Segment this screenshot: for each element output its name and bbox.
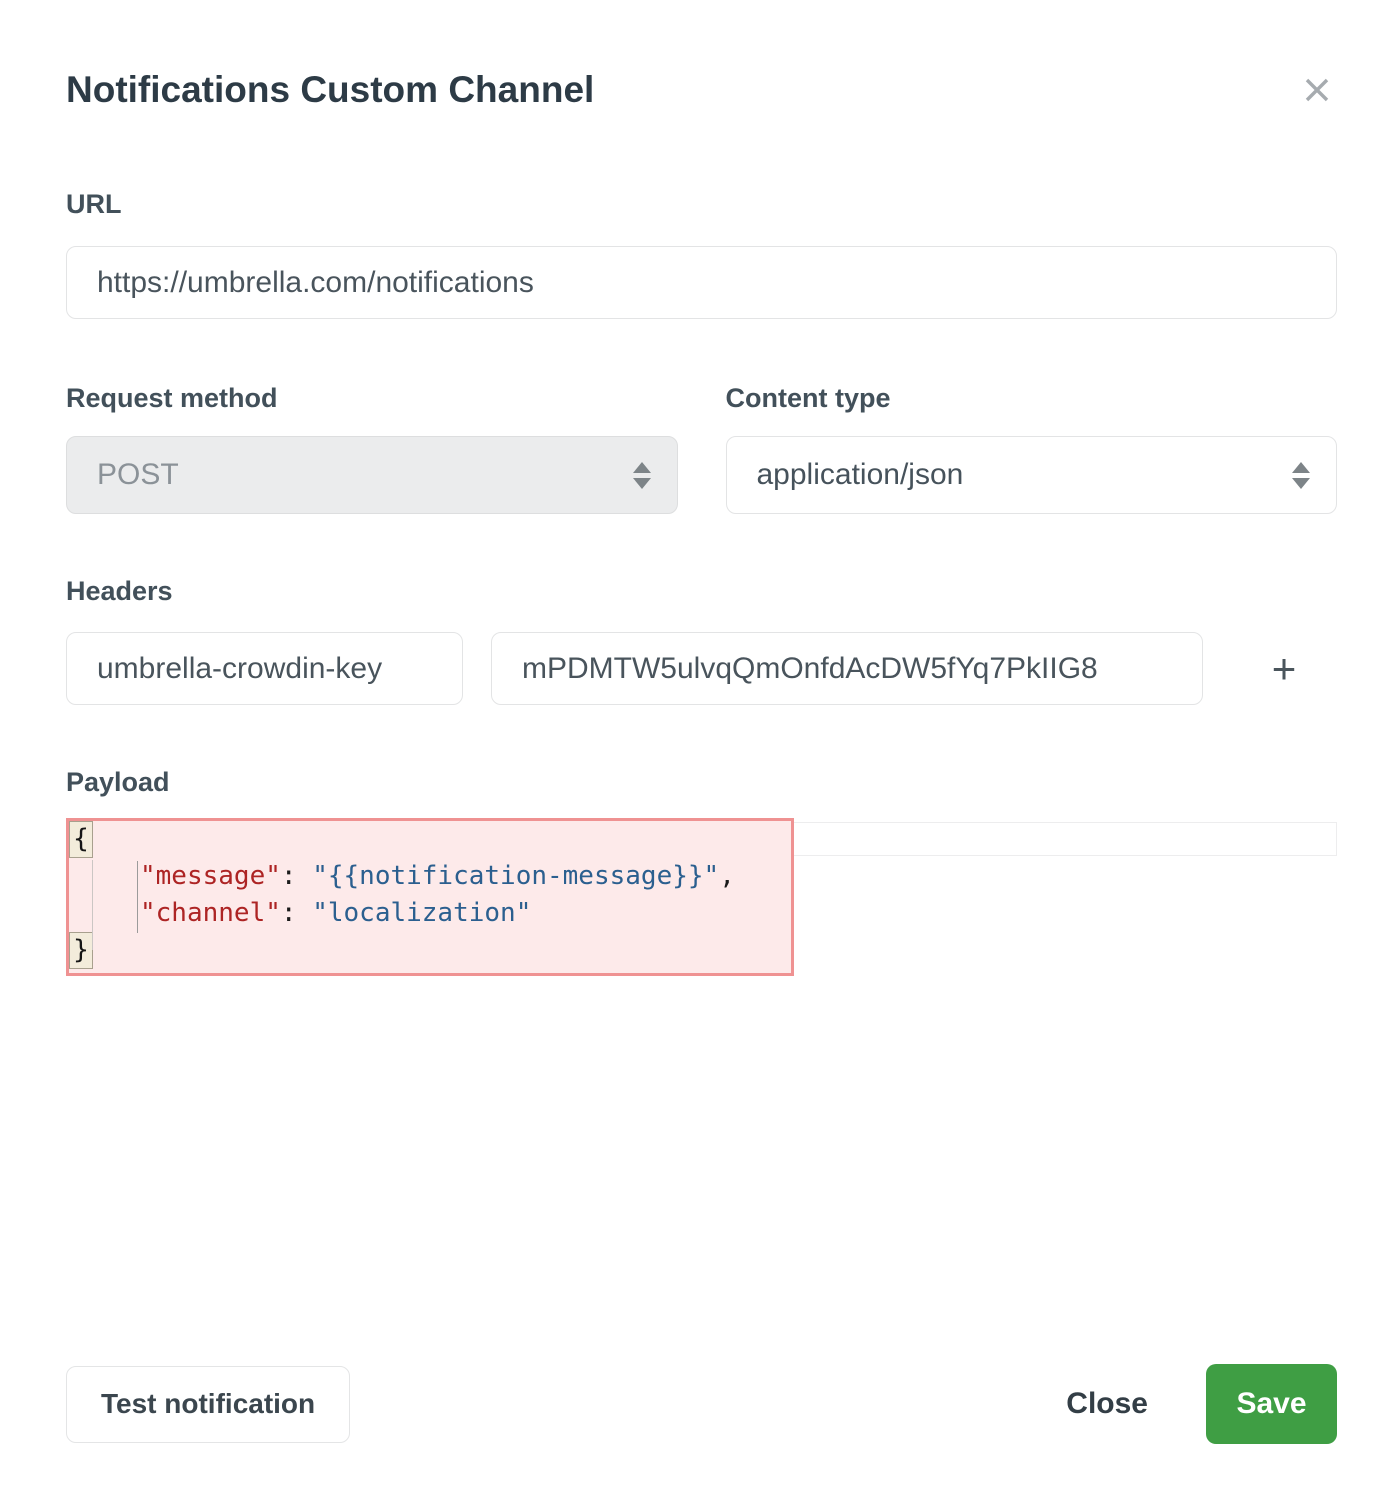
code-line-open: { [69, 821, 791, 858]
matched-bracket-close: } [69, 932, 93, 969]
save-button[interactable]: Save [1206, 1364, 1337, 1444]
add-header-button[interactable]: + [1264, 648, 1305, 690]
request-method-label: Request method [66, 383, 678, 414]
close-button[interactable]: Close [1066, 1387, 1148, 1421]
content-type-label: Content type [726, 383, 1338, 414]
request-method-select[interactable]: POST [66, 436, 678, 514]
request-method-value: POST [97, 458, 179, 492]
json-comma: , [719, 861, 735, 891]
request-method-group: Request method POST [66, 383, 678, 514]
select-arrows-icon [633, 462, 651, 489]
url-field-group: URL [66, 189, 1337, 319]
code-line-close: } [69, 932, 791, 969]
select-arrows-icon [1292, 462, 1310, 489]
headers-field-group: Headers + [66, 576, 1337, 705]
plus-icon: + [1272, 645, 1297, 692]
indent-guide-line [137, 861, 138, 933]
gutter-line [92, 860, 93, 950]
dialog-footer: Test notification Close Save [66, 1364, 1337, 1444]
url-input[interactable] [66, 246, 1337, 319]
code-line-message: "message": "{{notification-message}}", [69, 858, 791, 895]
payload-field-group: Payload { "message": "{{notification-mes… [66, 767, 1337, 980]
url-label: URL [66, 189, 1337, 220]
json-key: "channel" [140, 898, 281, 928]
header-key-input[interactable] [66, 632, 463, 705]
payload-editor[interactable]: { "message": "{{notification-message}}",… [66, 818, 1337, 980]
payload-code-error-highlight[interactable]: { "message": "{{notification-message}}",… [66, 818, 794, 976]
content-type-group: Content type application/json [726, 383, 1338, 514]
payload-label: Payload [66, 767, 1337, 798]
json-key: "message" [140, 861, 281, 891]
modal-close-button[interactable] [1297, 70, 1337, 113]
header-value-input[interactable] [491, 632, 1203, 705]
notifications-custom-channel-dialog: Notifications Custom Channel URL Request… [0, 0, 1400, 1508]
page-title: Notifications Custom Channel [66, 68, 594, 112]
method-content-row: Request method POST Content type applica… [66, 383, 1337, 514]
content-type-select[interactable]: application/json [726, 436, 1338, 514]
footer-actions: Close Save [1066, 1364, 1337, 1444]
content-type-value: application/json [757, 458, 964, 492]
dialog-header: Notifications Custom Channel [66, 0, 1337, 113]
headers-label: Headers [66, 576, 1337, 607]
test-notification-button[interactable]: Test notification [66, 1366, 350, 1443]
header-row: + [66, 632, 1337, 705]
json-value: "localization" [312, 898, 531, 928]
matched-bracket-open: { [69, 821, 93, 858]
json-colon: : [281, 861, 312, 891]
add-header-wrap: + [1231, 648, 1337, 690]
close-icon [1297, 98, 1337, 113]
json-value: "{{notification-message}}" [312, 861, 719, 891]
json-colon: : [281, 898, 312, 928]
code-line-channel: "channel": "localization" [69, 895, 791, 932]
